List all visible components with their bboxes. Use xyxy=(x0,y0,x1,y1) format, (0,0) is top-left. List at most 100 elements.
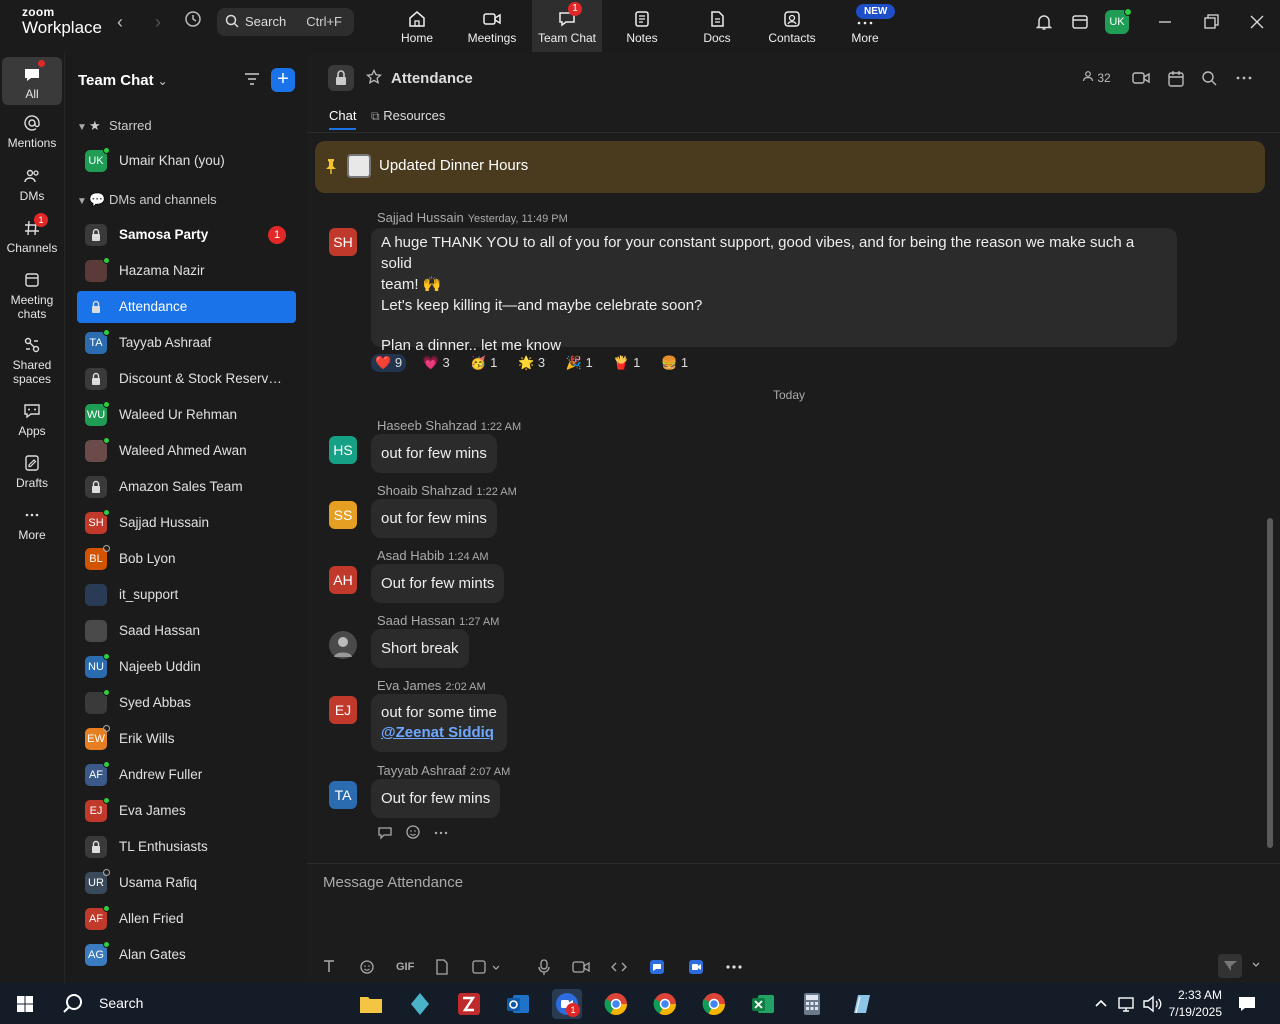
calendar-app-icon[interactable] xyxy=(1070,12,1092,34)
history-icon[interactable] xyxy=(181,10,205,34)
zoom-app-icon[interactable] xyxy=(688,959,704,978)
close-icon[interactable] xyxy=(1247,12,1269,34)
video-message-icon[interactable] xyxy=(572,959,590,978)
restore-icon[interactable] xyxy=(1201,12,1223,34)
rail-drafts[interactable]: Drafts xyxy=(2,454,62,490)
app-integration-icon[interactable] xyxy=(649,959,665,978)
microphone-icon[interactable] xyxy=(537,959,551,978)
avatar[interactable]: AH xyxy=(329,566,357,594)
message-bubble[interactable]: out for few mins xyxy=(371,499,497,538)
reaction-pink-heart[interactable]: 💗 3 xyxy=(419,354,454,372)
dms-section-header[interactable]: ▼ 💬 DMs and channels xyxy=(77,192,217,208)
new-chat-button[interactable]: + xyxy=(271,68,295,92)
nav-home[interactable]: Home xyxy=(382,0,452,52)
nav-notes[interactable]: Notes xyxy=(607,0,677,52)
starred-section-header[interactable]: ▼ ★ Starred xyxy=(77,118,152,134)
taskbar-search-icon[interactable] xyxy=(58,989,88,1019)
system-clock[interactable]: 2:33 AM 7/19/2025 xyxy=(1164,987,1222,1021)
message-bubble[interactable]: out for few mins xyxy=(371,434,497,473)
back-arrow-icon[interactable]: ‹ xyxy=(108,10,132,34)
rail-mentions[interactable]: Mentions xyxy=(2,114,62,150)
sidebar-item-amazon-sales-team[interactable]: Amazon Sales Team xyxy=(77,471,296,503)
reaction-fries[interactable]: 🍟 1 xyxy=(609,354,644,372)
gif-button[interactable]: GIF xyxy=(396,961,414,973)
reaction-party-face[interactable]: 🥳 1 xyxy=(466,354,501,372)
sender-name[interactable]: Saad Hassan xyxy=(377,613,455,628)
sender-name[interactable]: Asad Habib xyxy=(377,548,444,563)
excel-icon[interactable] xyxy=(748,989,778,1019)
sidebar-item-samosa-party[interactable]: Samosa Party 1 xyxy=(77,219,296,251)
sidebar-item-usama-rafiq[interactable]: UR Usama Rafiq xyxy=(77,867,296,899)
video-call-icon[interactable] xyxy=(1132,70,1150,89)
sidebar-item-syed-abbas[interactable]: Syed Abbas xyxy=(77,687,296,719)
more-options-icon[interactable] xyxy=(1236,70,1252,89)
avatar[interactable]: TA xyxy=(329,781,357,809)
send-options-chevron-icon[interactable] xyxy=(1251,960,1261,973)
tab-chat[interactable]: Chat xyxy=(329,108,357,130)
schedule-icon[interactable] xyxy=(1167,70,1185,91)
sidebar-item-allen-fried[interactable]: AF Allen Fried xyxy=(77,903,296,935)
message-bubble[interactable]: Short break xyxy=(371,629,469,668)
message-bubble[interactable]: out for some time @Zeenat Siddiq xyxy=(371,694,507,752)
rail-shared-spaces[interactable]: Shared spaces xyxy=(2,336,62,386)
more-tools-icon[interactable] xyxy=(725,959,743,978)
calculator-icon[interactable] xyxy=(797,989,827,1019)
sidebar-item-hazama-nazir[interactable]: Hazama Nazir xyxy=(77,255,296,287)
sidebar-item-eva-james[interactable]: EJ Eva James xyxy=(77,795,296,827)
minimize-icon[interactable] xyxy=(1155,12,1177,34)
sidebar-item-discount-stock-reservati[interactable]: Discount & Stock Reservati... xyxy=(77,363,296,395)
sidebar-title[interactable]: Team Chat ⌄ xyxy=(78,72,168,89)
message-input[interactable]: Message Attendance xyxy=(323,874,463,891)
avatar[interactable]: EJ xyxy=(329,696,357,724)
app-icon[interactable] xyxy=(405,989,435,1019)
emoji-icon[interactable] xyxy=(359,959,375,978)
reaction-star[interactable]: 🌟 3 xyxy=(514,354,549,372)
sender-name[interactable]: Eva James xyxy=(377,678,441,693)
emoji-reaction-icon[interactable] xyxy=(405,825,421,844)
nav-contacts[interactable]: Contacts xyxy=(757,0,827,52)
sender-name[interactable]: Haseeb Shahzad xyxy=(377,418,477,433)
rail-meeting-chats[interactable]: Meeting chats xyxy=(2,271,62,321)
sidebar-item-andrew-fuller[interactable]: AF Andrew Fuller xyxy=(77,759,296,791)
avatar[interactable]: SS xyxy=(329,501,357,529)
send-button[interactable] xyxy=(1218,954,1242,978)
search-bar[interactable]: Search Ctrl+F xyxy=(217,8,354,36)
tab-resources[interactable]: ⧉ Resources xyxy=(371,108,445,124)
sidebar-item-saad-hassan[interactable]: Saad Hassan xyxy=(77,615,296,647)
sidebar-item-tl-enthusiasts[interactable]: TL Enthusiasts xyxy=(77,831,296,863)
sidebar-item-alan-gates[interactable]: AG Alan Gates xyxy=(77,939,296,971)
text-format-icon[interactable] xyxy=(322,959,336,976)
rail-dms[interactable]: DMs xyxy=(2,167,62,203)
nav-meetings[interactable]: Meetings xyxy=(457,0,527,52)
pinned-message-banner[interactable]: Updated Dinner Hours xyxy=(315,141,1265,193)
sidebar-item-najeeb-uddin[interactable]: NU Najeeb Uddin xyxy=(77,651,296,683)
code-icon[interactable] xyxy=(610,959,628,978)
chrome-icon[interactable] xyxy=(601,989,631,1019)
reply-icon[interactable] xyxy=(377,827,393,844)
chrome-profile-icon[interactable] xyxy=(650,989,680,1019)
filezilla-icon[interactable] xyxy=(454,989,484,1019)
forward-arrow-icon[interactable]: › xyxy=(146,10,170,34)
message-bubble[interactable]: A huge THANK YOU to all of you for your … xyxy=(371,228,1177,354)
search-icon[interactable] xyxy=(1201,70,1217,89)
sender-name[interactable]: Tayyab Ashraaf xyxy=(377,763,466,778)
screenshot-icon[interactable] xyxy=(472,959,500,978)
star-outline-icon[interactable] xyxy=(365,68,383,90)
rail-channels[interactable]: Channels xyxy=(2,219,62,255)
file-icon[interactable] xyxy=(435,959,449,978)
avatar[interactable]: HS xyxy=(329,436,357,464)
message-bubble[interactable]: Out for few mints xyxy=(371,564,505,603)
sidebar-item-sajjad-hussain[interactable]: SH Sajjad Hussain xyxy=(77,507,296,539)
rail-all[interactable]: All xyxy=(2,57,62,105)
sidebar-item-it-support[interactable]: it_support xyxy=(77,579,296,611)
reaction-tada[interactable]: 🎉 1 xyxy=(562,354,597,372)
message-bubble[interactable]: Out for few mins xyxy=(371,779,501,818)
outlook-icon[interactable] xyxy=(503,989,533,1019)
avatar[interactable] xyxy=(329,631,357,659)
notifications-icon[interactable] xyxy=(1235,992,1265,1022)
members-count[interactable]: 32 xyxy=(1082,70,1111,85)
bell-icon[interactable] xyxy=(1034,12,1056,34)
nav-team-chat[interactable]: Team Chat 1 xyxy=(532,0,602,52)
notepad-app-icon[interactable] xyxy=(846,989,876,1019)
reaction-heart[interactable]: ❤️ 9 xyxy=(371,354,407,372)
